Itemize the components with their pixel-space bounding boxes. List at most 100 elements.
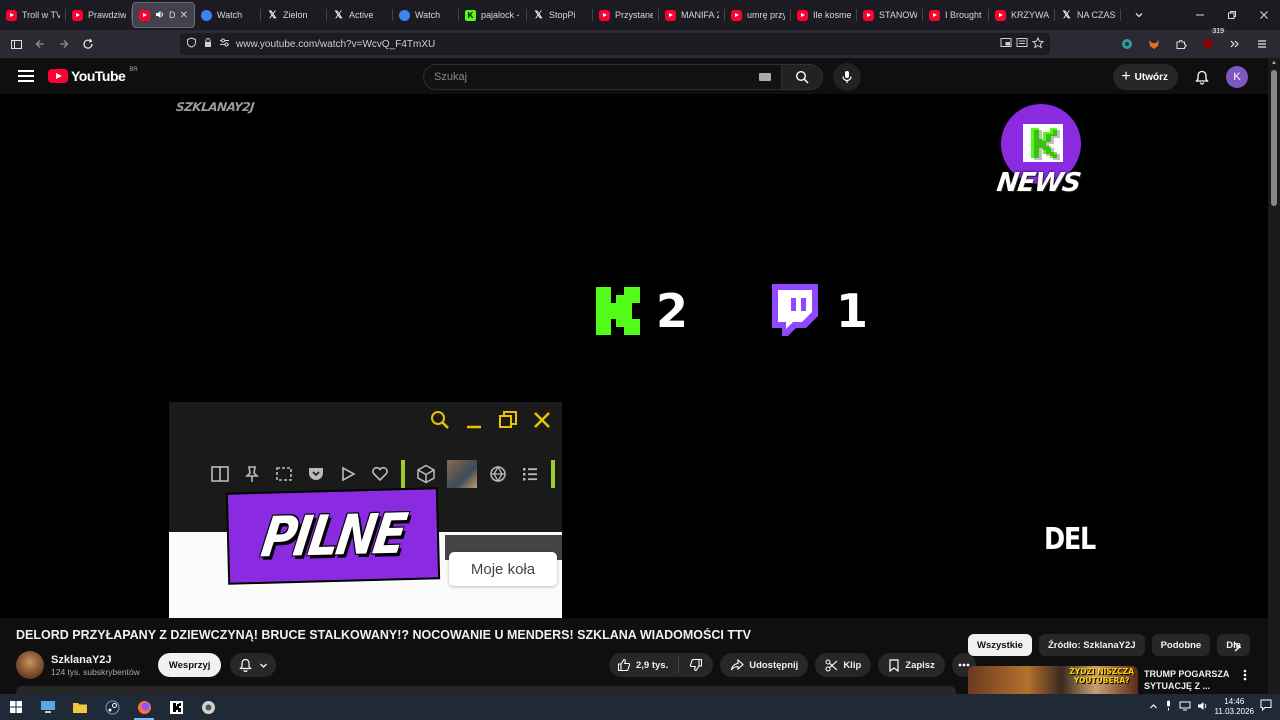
- tab-label: Ile kosmety: [813, 10, 851, 20]
- suggested-video[interactable]: ŻYDZI NISZCZĄ YOUTUBERA? TRUMP POGARSZA S…: [968, 666, 1258, 694]
- picture-in-picture-icon[interactable]: [1000, 37, 1012, 52]
- restore-window-button[interactable]: [1216, 0, 1248, 30]
- browser-tab[interactable]: 𝕏 NA CZASIE: [1055, 2, 1121, 28]
- share-button[interactable]: Udostępnij: [720, 653, 809, 677]
- search-button[interactable]: [781, 64, 823, 90]
- create-button[interactable]: + Utwórz: [1113, 64, 1178, 90]
- channel-name[interactable]: SzklanaY2J: [51, 654, 140, 666]
- fox-extension-icon[interactable]: [1142, 32, 1166, 56]
- reader-view-icon[interactable]: [1016, 37, 1028, 52]
- firefox-icon[interactable]: [128, 694, 160, 720]
- close-tab-icon[interactable]: ✕: [180, 10, 188, 21]
- minimize-window-button[interactable]: [1184, 0, 1216, 30]
- suggested-video-title[interactable]: TRUMP POGARSZA SYTUACJĘ Z ...: [1144, 668, 1240, 692]
- account-avatar[interactable]: K: [1226, 66, 1248, 88]
- browser-tab[interactable]: KRZYWA A: [989, 2, 1055, 28]
- tray-chevron-up-icon[interactable]: [1149, 698, 1158, 716]
- dislike-button[interactable]: [679, 658, 713, 672]
- save-button[interactable]: Zapisz: [878, 653, 945, 677]
- browser-tab[interactable]: Watch: [195, 2, 261, 28]
- system-clock[interactable]: 14:46 11.03.2026: [1215, 697, 1254, 717]
- inset-window-controls: [430, 410, 552, 430]
- speaker-icon[interactable]: [155, 10, 164, 21]
- youtube-icon: [929, 9, 940, 21]
- page-scrollbar[interactable]: ▲: [1268, 58, 1280, 694]
- keyboard-icon[interactable]: [759, 73, 771, 81]
- notifications-bell-icon[interactable]: [1188, 63, 1216, 91]
- plus-icon: +: [1121, 68, 1131, 85]
- clip-button[interactable]: Klip: [815, 653, 872, 677]
- platform-scoreboard: 2 1: [596, 284, 868, 338]
- browser-tab[interactable]: STANOWS: [857, 2, 923, 28]
- subscription-bell-button[interactable]: [230, 653, 277, 677]
- youtube-icon: [731, 9, 742, 21]
- shield-icon[interactable]: [186, 37, 197, 51]
- channel-avatar[interactable]: [16, 651, 44, 679]
- windows-start-icon[interactable]: [0, 694, 32, 720]
- forward-arrow-icon[interactable]: [52, 32, 76, 56]
- sidebar-toggle-icon[interactable]: [4, 32, 28, 56]
- browser-menu-icon[interactable]: [1250, 32, 1274, 56]
- steam-icon[interactable]: [96, 694, 128, 720]
- extension-badge-count: 319: [1210, 28, 1226, 35]
- chip-source[interactable]: Źródło: SzklanaY2J: [1038, 634, 1145, 656]
- clock-date: 11.03.2026: [1214, 707, 1254, 716]
- video-player[interactable]: SZKLANAY2J NEWS 2 1 Moje koła PILNE DEL: [0, 94, 1268, 618]
- voice-search-button[interactable]: [833, 63, 861, 91]
- tray-volume-icon[interactable]: [1197, 698, 1209, 716]
- browser-tab[interactable]: 𝕏 StopPi: [527, 2, 593, 28]
- bookmark-star-icon[interactable]: [1031, 36, 1045, 52]
- url-text[interactable]: www.youtube.com/watch?v=WcvQ_F4TmXU: [236, 39, 435, 50]
- permissions-icon[interactable]: [219, 37, 230, 51]
- hamburger-menu-icon[interactable]: [14, 64, 38, 88]
- browser-tab[interactable]: Kpajalock -: [459, 2, 527, 28]
- this-pc-icon[interactable]: [32, 694, 64, 720]
- browser-tab[interactable]: Ile kosmety: [791, 2, 857, 28]
- twitch-score: 1: [836, 284, 869, 338]
- browser-tab[interactable]: DEL ✕: [132, 2, 195, 28]
- suggested-video-thumbnail[interactable]: ŻYDZI NISZCZĄ YOUTUBERA?: [968, 666, 1138, 694]
- tab-list-dropdown-icon[interactable]: [1127, 3, 1151, 27]
- bookmark-icon: [889, 658, 899, 672]
- vpn-extension-icon[interactable]: [1115, 32, 1139, 56]
- browser-tab[interactable]: I Brought I: [923, 2, 989, 28]
- close-window-button[interactable]: [1248, 0, 1280, 30]
- tray-microphone-icon[interactable]: [1164, 698, 1173, 716]
- scroll-up-arrow-icon[interactable]: ▲: [1271, 60, 1277, 66]
- notifications-center-icon[interactable]: [1260, 698, 1272, 716]
- reload-icon[interactable]: [76, 32, 100, 56]
- overflow-chevrons-icon[interactable]: [1223, 32, 1247, 56]
- suggested-more-vertical-icon[interactable]: [1243, 668, 1253, 686]
- support-button[interactable]: Wesprzyj: [157, 653, 222, 677]
- kick-app-icon[interactable]: [160, 694, 192, 720]
- browser-tab[interactable]: MANIFA 2(: [659, 2, 725, 28]
- youtube-logo[interactable]: YouTube BR: [48, 67, 138, 84]
- browser-tab[interactable]: 𝕏 Zielon: [261, 2, 327, 28]
- browser-tab[interactable]: umrę przy: [725, 2, 791, 28]
- browser-tab[interactable]: Prawdziwy: [66, 2, 132, 28]
- youtube-icon: [72, 9, 83, 21]
- lock-icon[interactable]: [203, 37, 213, 51]
- tab-label: Przystanek: [615, 10, 653, 20]
- scissors-icon: [825, 659, 838, 671]
- chips-next-chevron-icon[interactable]: [1228, 638, 1246, 656]
- obs-like-app-icon[interactable]: [192, 694, 224, 720]
- chip-similar[interactable]: Podobne: [1151, 634, 1211, 656]
- tray-network-icon[interactable]: [1179, 698, 1191, 716]
- ublock-extension-icon[interactable]: 319: [1196, 28, 1226, 56]
- extensions-puzzle-icon[interactable]: [1169, 32, 1193, 56]
- scrollbar-thumb[interactable]: [1271, 70, 1277, 206]
- like-button[interactable]: 2,9 tys.: [609, 657, 680, 673]
- chip-all[interactable]: Wszystkie: [968, 634, 1032, 656]
- browser-tab[interactable]: 𝕏 Active: [327, 2, 393, 28]
- browser-tab[interactable]: Przystanek: [593, 2, 659, 28]
- back-arrow-icon[interactable]: [28, 32, 52, 56]
- browser-tab[interactable]: Troll w TV!: [0, 2, 66, 28]
- youtube-icon: [139, 9, 150, 21]
- address-bar[interactable]: www.youtube.com/watch?v=WcvQ_F4TmXU: [180, 33, 1050, 55]
- browser-tab[interactable]: Watch: [393, 2, 459, 28]
- x-icon: 𝕏: [334, 9, 343, 21]
- file-explorer-icon[interactable]: [64, 694, 96, 720]
- search-input[interactable]: Szukaj: [423, 64, 781, 90]
- moje-kola-button: Moje koła: [449, 552, 557, 586]
